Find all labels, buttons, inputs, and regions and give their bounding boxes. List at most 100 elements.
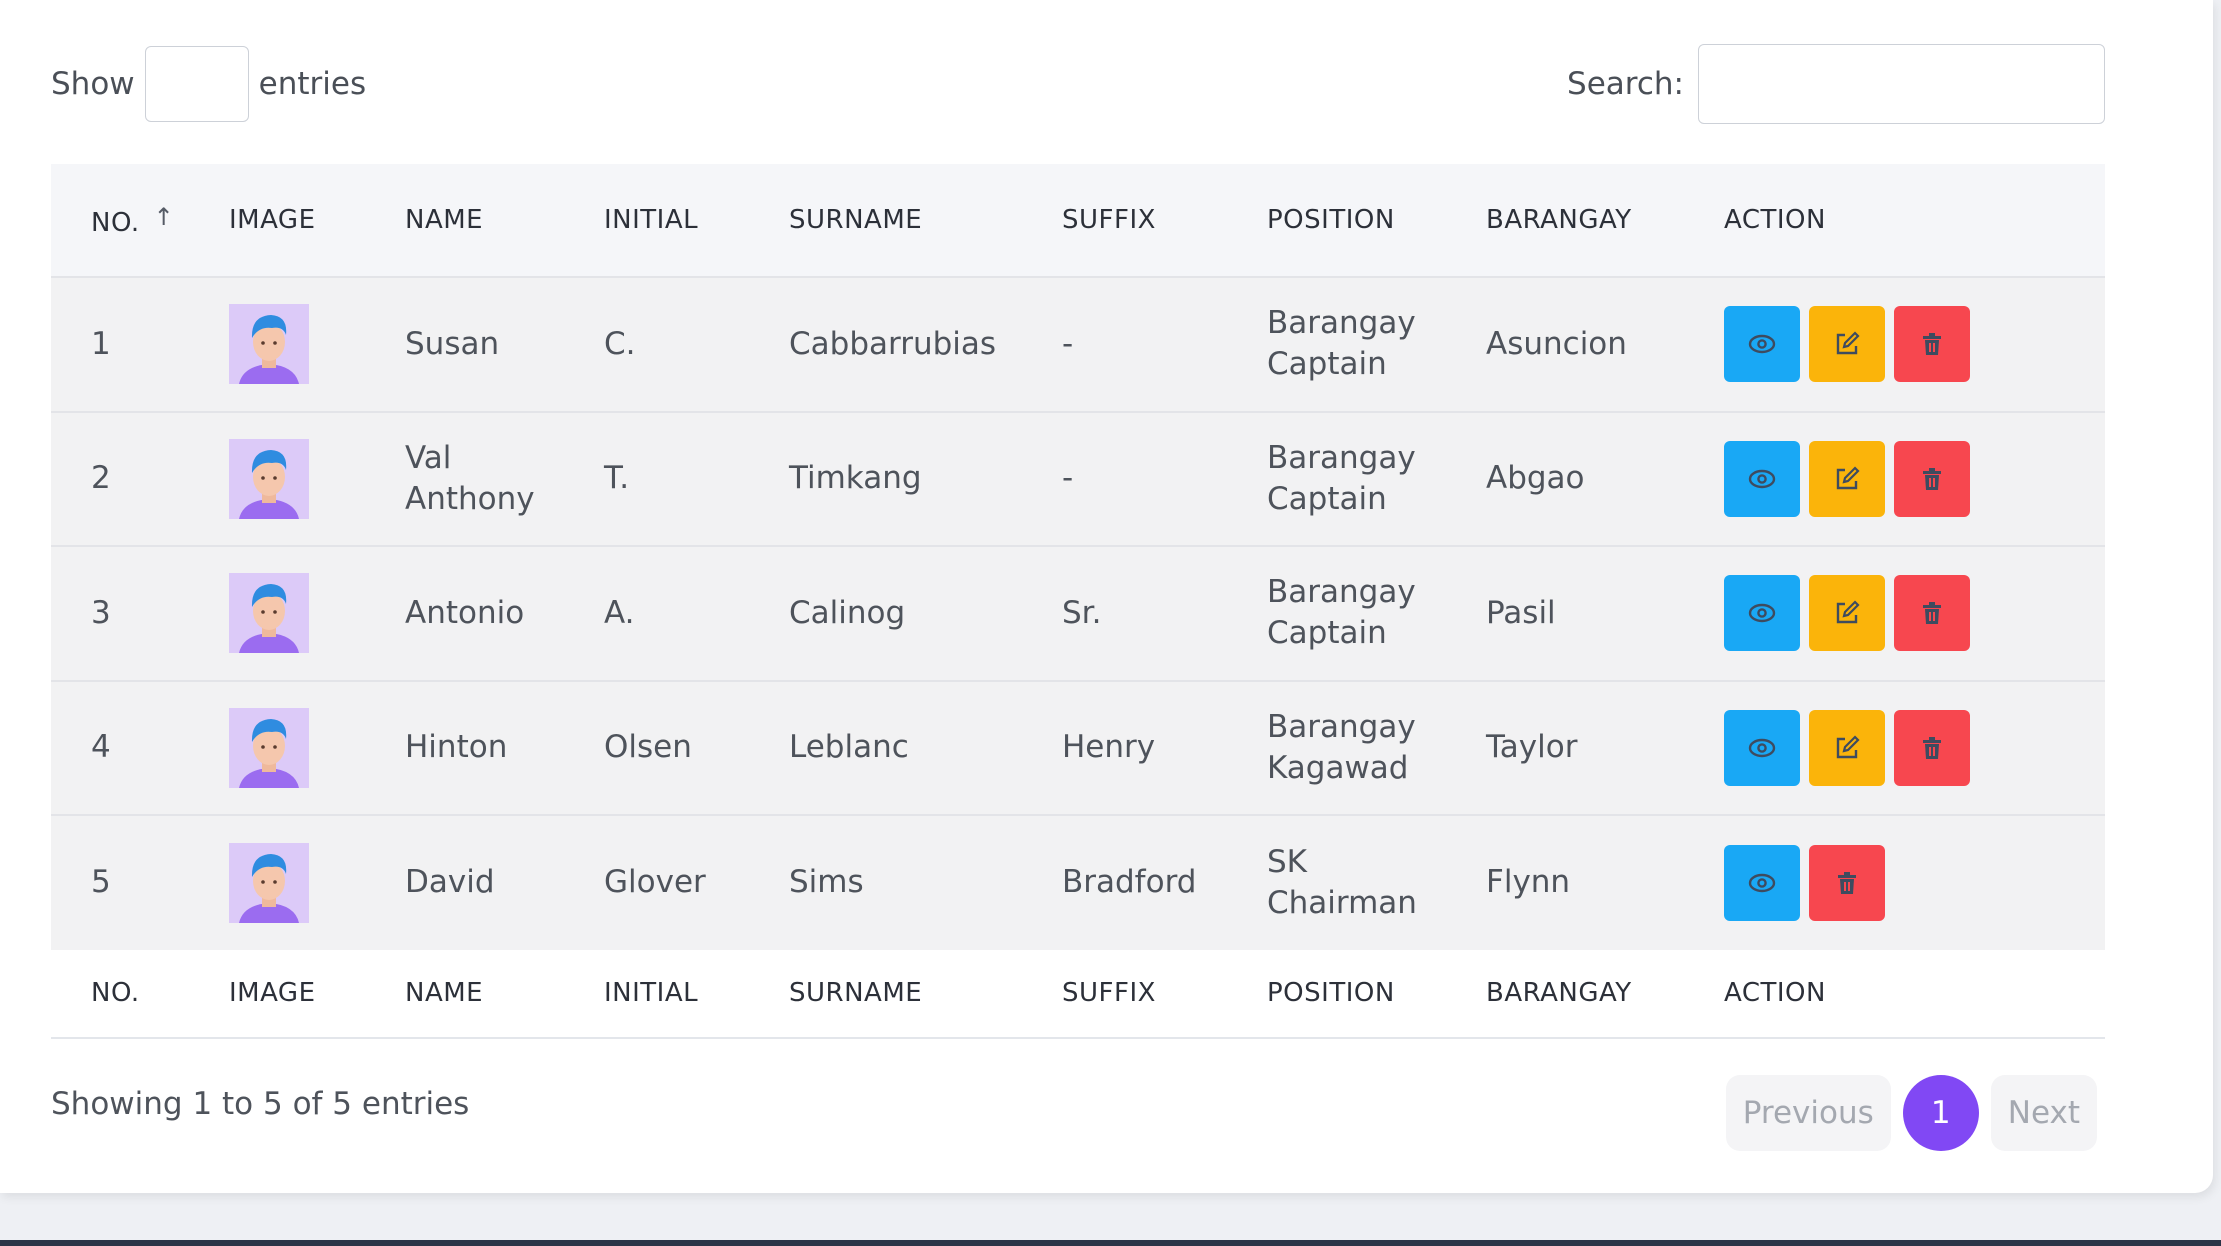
- cell-name: Antonio: [405, 594, 525, 631]
- column-label: SUFFIX: [1062, 205, 1156, 235]
- avatar: [229, 707, 309, 788]
- column-label: NO.: [91, 978, 140, 1008]
- bottom-bar: [0, 1240, 2221, 1246]
- table-row: 2 Val Anthony T. Timkang - Barangay Captain Ab…: [51, 411, 2105, 547]
- header-name[interactable]: NAME: [365, 164, 564, 277]
- table-body: 1 Susan C. Cabbarrubias - Barangay Captain Asu…: [51, 277, 2105, 950]
- table-card: Show entries Search: NO. ↑ IMAGE NAME INITIA…: [0, 0, 2213, 1193]
- cell-initial: Glover: [604, 864, 706, 901]
- cell-action: [1684, 546, 2105, 681]
- table-row: 4 Hinton Olsen Leblanc Henry Barangay Kagawad…: [51, 680, 2105, 815]
- cell-no: 1: [91, 325, 111, 362]
- avatar: [229, 438, 309, 519]
- show-label: Show: [51, 66, 135, 102]
- cell-action: [1684, 815, 2105, 950]
- table-controls: Show entries Search:: [51, 44, 2105, 124]
- edit-icon: [1831, 463, 1863, 495]
- cell-barangay: Flynn: [1486, 864, 1571, 901]
- column-label: NO.: [91, 207, 140, 238]
- avatar: [229, 304, 309, 385]
- entries-label: entries: [258, 66, 367, 102]
- search-label: Search:: [1567, 66, 1684, 102]
- cell-initial: C.: [604, 325, 636, 362]
- eye-icon: [1746, 867, 1778, 899]
- column-label: POSITION: [1267, 205, 1395, 235]
- action-buttons: [1724, 709, 2105, 786]
- footer-no: NO.: [51, 950, 189, 1038]
- edit-button[interactable]: [1809, 440, 1885, 517]
- view-button[interactable]: [1724, 844, 1800, 921]
- header-initial[interactable]: INITIAL: [564, 164, 749, 277]
- column-label: INITIAL: [604, 205, 699, 235]
- cell-position: Barangay Captain: [1267, 574, 1416, 652]
- cell-suffix: -: [1062, 460, 1074, 497]
- cell-surname: Cabbarrubias: [789, 325, 997, 362]
- column-label: SURNAME: [789, 978, 923, 1008]
- cell-image: [189, 815, 365, 950]
- cell-image: [189, 412, 365, 547]
- header-no[interactable]: NO. ↑: [51, 164, 189, 277]
- eye-icon: [1746, 328, 1778, 360]
- cell-barangay: Abgao: [1486, 460, 1585, 497]
- view-button[interactable]: [1724, 575, 1800, 652]
- header-barangay[interactable]: BARANGAY: [1446, 164, 1684, 277]
- header-image[interactable]: IMAGE: [189, 164, 365, 277]
- arrow-up-icon[interactable]: ↑: [154, 203, 175, 231]
- cell-no: 2: [91, 460, 111, 497]
- footer-action: ACTION: [1684, 950, 2105, 1038]
- cell-suffix: -: [1062, 325, 1074, 362]
- length-control: Show entries: [51, 44, 366, 124]
- action-buttons: [1724, 844, 2105, 921]
- delete-button[interactable]: [1894, 440, 1970, 517]
- search-input[interactable]: [1698, 44, 2105, 124]
- page-1-button[interactable]: 1: [1902, 1075, 1979, 1151]
- action-buttons: [1724, 575, 2105, 652]
- next-button[interactable]: Next: [1990, 1075, 2097, 1151]
- header-position[interactable]: POSITION: [1227, 164, 1446, 277]
- header-action[interactable]: ACTION: [1684, 164, 2105, 277]
- column-label: ACTION: [1724, 978, 1826, 1008]
- edit-button[interactable]: [1809, 709, 1885, 786]
- edit-button[interactable]: [1809, 575, 1885, 652]
- delete-button[interactable]: [1894, 709, 1970, 786]
- cell-position: Barangay Kagawad: [1267, 708, 1416, 786]
- cell-name: David: [405, 864, 495, 901]
- column-label: NAME: [405, 978, 484, 1008]
- view-button[interactable]: [1724, 440, 1800, 517]
- table-footer: NO. IMAGE NAME INITIAL SURNAME SUFFIX POSITION…: [51, 949, 2105, 1038]
- table-info: Showing 1 to 5 of 5 entries: [51, 1086, 470, 1122]
- cell-image: [189, 277, 365, 412]
- trash-icon: [1916, 463, 1948, 495]
- trash-icon: [1916, 732, 1948, 764]
- column-label: IMAGE: [229, 978, 316, 1008]
- cell-barangay: Asuncion: [1486, 325, 1627, 362]
- delete-button[interactable]: [1894, 306, 1970, 383]
- delete-button[interactable]: [1894, 575, 1970, 652]
- previous-button[interactable]: Previous: [1725, 1075, 1891, 1151]
- view-button[interactable]: [1724, 709, 1800, 786]
- cell-surname: Sims: [789, 864, 864, 901]
- cell-initial: T.: [604, 460, 630, 497]
- view-button[interactable]: [1724, 306, 1800, 383]
- header-surname[interactable]: SURNAME: [749, 164, 1022, 277]
- cell-name: Val Anthony: [405, 439, 535, 517]
- delete-button[interactable]: [1809, 844, 1885, 921]
- avatar: [229, 842, 309, 923]
- cell-initial: Olsen: [604, 729, 692, 766]
- action-buttons: [1724, 306, 2105, 383]
- column-label: NAME: [405, 205, 484, 235]
- cell-suffix: Sr.: [1062, 594, 1102, 631]
- column-label: POSITION: [1267, 978, 1395, 1008]
- cell-suffix: Bradford: [1062, 864, 1197, 901]
- entries-length-input[interactable]: [144, 46, 249, 122]
- table-row: 1 Susan C. Cabbarrubias - Barangay Captain Asu…: [51, 277, 2105, 412]
- cell-image: [189, 546, 365, 681]
- cell-no: 5: [91, 864, 111, 901]
- edit-button[interactable]: [1809, 306, 1885, 383]
- footer-position: POSITION: [1227, 950, 1446, 1038]
- header-suffix[interactable]: SUFFIX: [1022, 164, 1227, 277]
- table-row: 3 Antonio A. Calinog Sr. Barangay Captain Pasi…: [51, 546, 2105, 681]
- cell-action: [1684, 277, 2105, 412]
- footer-image: IMAGE: [189, 950, 365, 1038]
- column-label: BARANGAY: [1486, 978, 1632, 1008]
